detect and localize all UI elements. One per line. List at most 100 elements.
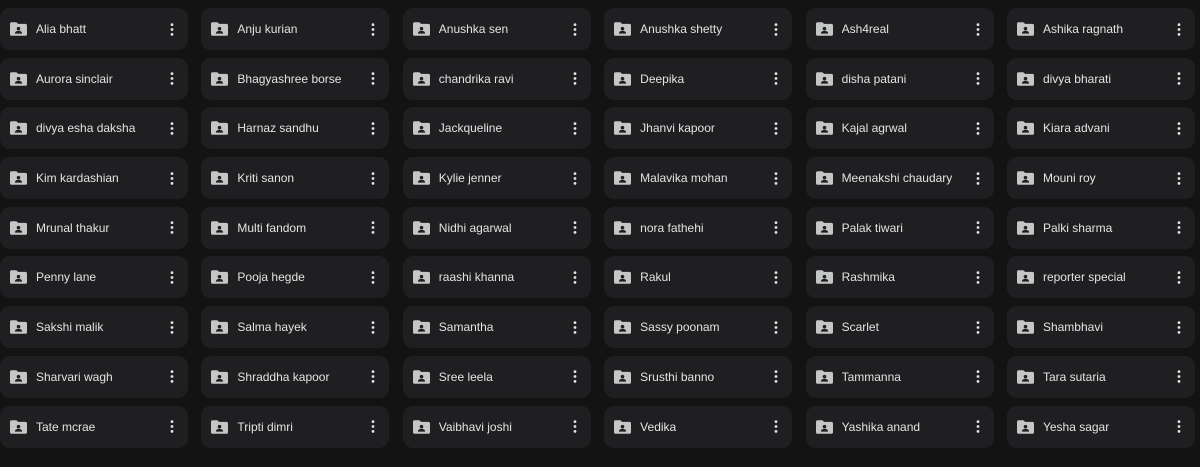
- folder-item[interactable]: Ashika ragnath: [1006, 8, 1195, 50]
- more-options-button[interactable]: [968, 65, 988, 93]
- folder-item[interactable]: Kiara advani: [1006, 107, 1195, 150]
- more-options-button[interactable]: [1169, 65, 1189, 93]
- more-options-button[interactable]: [968, 114, 988, 142]
- folder-item[interactable]: Sakshi malik: [0, 306, 188, 349]
- more-options-button[interactable]: [162, 313, 182, 341]
- folder-item[interactable]: Jackqueline: [402, 107, 591, 150]
- more-options-button[interactable]: [1169, 114, 1189, 142]
- more-options-button[interactable]: [968, 164, 988, 192]
- more-options-button[interactable]: [766, 363, 786, 391]
- more-options-button[interactable]: [766, 313, 786, 341]
- folder-item[interactable]: Vaibhavi joshi: [402, 405, 591, 448]
- folder-item[interactable]: Alia bhatt: [0, 8, 188, 50]
- folder-item[interactable]: Anju kurian: [201, 8, 390, 50]
- folder-item[interactable]: Kim kardashian: [0, 157, 188, 200]
- folder-item[interactable]: Tara sutaria: [1006, 355, 1195, 398]
- more-options-button[interactable]: [1169, 15, 1189, 43]
- folder-item[interactable]: Anushka sen: [402, 8, 591, 50]
- folder-item[interactable]: Bhagyashree borse: [201, 57, 390, 100]
- folder-item[interactable]: Vedika: [604, 405, 793, 448]
- folder-item[interactable]: Mrunal thakur: [0, 206, 188, 249]
- folder-item[interactable]: divya bharati: [1006, 57, 1195, 100]
- folder-item[interactable]: Mouni roy: [1006, 157, 1195, 200]
- more-options-button[interactable]: [363, 65, 383, 93]
- folder-item[interactable]: Sassy poonam: [604, 306, 793, 349]
- folder-item[interactable]: raashi khanna: [402, 256, 591, 299]
- folder-item[interactable]: Sree leela: [402, 355, 591, 398]
- more-options-button[interactable]: [766, 65, 786, 93]
- more-options-button[interactable]: [766, 263, 786, 291]
- folder-item[interactable]: Scarlet: [805, 306, 994, 349]
- folder-item[interactable]: Tripti dimri: [201, 405, 390, 448]
- more-options-button[interactable]: [565, 413, 585, 441]
- more-options-button[interactable]: [968, 214, 988, 242]
- more-options-button[interactable]: [968, 15, 988, 43]
- more-options-button[interactable]: [565, 114, 585, 142]
- folder-item[interactable]: Meenakshi chaudary: [805, 157, 994, 200]
- more-options-button[interactable]: [968, 313, 988, 341]
- more-options-button[interactable]: [363, 313, 383, 341]
- more-options-button[interactable]: [363, 363, 383, 391]
- folder-item[interactable]: Kriti sanon: [201, 157, 390, 200]
- more-options-button[interactable]: [565, 164, 585, 192]
- more-options-button[interactable]: [565, 214, 585, 242]
- folder-item[interactable]: Rashmika: [805, 256, 994, 299]
- more-options-button[interactable]: [565, 313, 585, 341]
- more-options-button[interactable]: [363, 15, 383, 43]
- more-options-button[interactable]: [1169, 164, 1189, 192]
- folder-item[interactable]: Shraddha kapoor: [201, 355, 390, 398]
- more-options-button[interactable]: [162, 15, 182, 43]
- folder-item[interactable]: reporter special: [1006, 256, 1195, 299]
- more-options-button[interactable]: [162, 114, 182, 142]
- more-options-button[interactable]: [766, 214, 786, 242]
- more-options-button[interactable]: [162, 214, 182, 242]
- folder-item[interactable]: Malavika mohan: [604, 157, 793, 200]
- folder-item[interactable]: disha patani: [805, 57, 994, 100]
- folder-item[interactable]: Pooja hegde: [201, 256, 390, 299]
- more-options-button[interactable]: [968, 263, 988, 291]
- folder-item[interactable]: Yashika anand: [805, 405, 994, 448]
- folder-item[interactable]: Anushka shetty: [604, 8, 793, 50]
- more-options-button[interactable]: [363, 413, 383, 441]
- folder-item[interactable]: Ash4real: [805, 8, 994, 50]
- folder-item[interactable]: Penny lane: [0, 256, 188, 299]
- folder-item[interactable]: Palak tiwari: [805, 206, 994, 249]
- folder-item[interactable]: Rakul: [604, 256, 793, 299]
- more-options-button[interactable]: [1169, 363, 1189, 391]
- folder-item[interactable]: Salma hayek: [201, 306, 390, 349]
- folder-item[interactable]: Samantha: [402, 306, 591, 349]
- folder-item[interactable]: Srusthi banno: [604, 355, 793, 398]
- more-options-button[interactable]: [968, 363, 988, 391]
- more-options-button[interactable]: [766, 15, 786, 43]
- more-options-button[interactable]: [162, 263, 182, 291]
- more-options-button[interactable]: [565, 15, 585, 43]
- folder-item[interactable]: Deepika: [604, 57, 793, 100]
- folder-item[interactable]: Tammanna: [805, 355, 994, 398]
- more-options-button[interactable]: [1169, 214, 1189, 242]
- more-options-button[interactable]: [1169, 263, 1189, 291]
- folder-item[interactable]: Jhanvi kapoor: [604, 107, 793, 150]
- more-options-button[interactable]: [363, 164, 383, 192]
- more-options-button[interactable]: [766, 114, 786, 142]
- folder-item[interactable]: Kylie jenner: [402, 157, 591, 200]
- folder-item[interactable]: Yesha sagar: [1006, 405, 1195, 448]
- more-options-button[interactable]: [162, 363, 182, 391]
- more-options-button[interactable]: [162, 413, 182, 441]
- more-options-button[interactable]: [1169, 413, 1189, 441]
- folder-item[interactable]: divya esha daksha: [0, 107, 188, 150]
- more-options-button[interactable]: [363, 263, 383, 291]
- more-options-button[interactable]: [766, 164, 786, 192]
- folder-item[interactable]: Palki sharma: [1006, 206, 1195, 249]
- folder-item[interactable]: Harnaz sandhu: [201, 107, 390, 150]
- more-options-button[interactable]: [1169, 313, 1189, 341]
- more-options-button[interactable]: [162, 164, 182, 192]
- more-options-button[interactable]: [565, 65, 585, 93]
- folder-item[interactable]: nora fathehi: [604, 206, 793, 249]
- folder-item[interactable]: Nidhi agarwal: [402, 206, 591, 249]
- more-options-button[interactable]: [565, 263, 585, 291]
- folder-item[interactable]: Aurora sinclair: [0, 57, 188, 100]
- more-options-button[interactable]: [162, 65, 182, 93]
- folder-item[interactable]: Multi fandom: [201, 206, 390, 249]
- folder-item[interactable]: Shambhavi: [1006, 306, 1195, 349]
- more-options-button[interactable]: [968, 413, 988, 441]
